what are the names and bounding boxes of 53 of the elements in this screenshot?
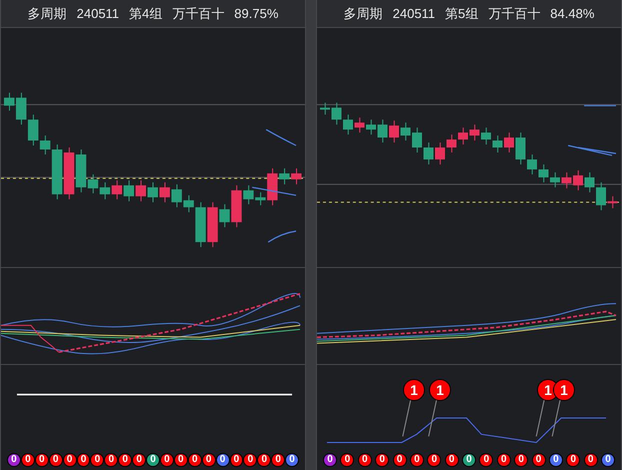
candlestick: [492, 135, 502, 153]
candlestick: [527, 154, 537, 175]
indicator-line: [584, 105, 616, 106]
leader-line: [536, 400, 545, 436]
candlestick: [596, 182, 606, 211]
candlestick: [446, 134, 456, 153]
leader-line: [552, 400, 561, 436]
candlestick: [504, 132, 514, 153]
title-text: 多周期: [344, 4, 383, 23]
title-text: 84.48%: [550, 4, 594, 23]
candlestick: [320, 102, 330, 116]
candlestick: [100, 182, 110, 200]
title-text: 多周期: [28, 4, 67, 23]
candlestick: [562, 172, 572, 189]
leader-line: [428, 400, 438, 436]
candlestick: [470, 124, 480, 142]
candlestick: [332, 102, 342, 126]
candlestick: [64, 147, 74, 200]
candlestick: [171, 184, 182, 208]
candlestick: [159, 182, 170, 203]
candlestick: [400, 122, 410, 142]
candlestick: [412, 127, 422, 153]
candlestick: [343, 114, 353, 136]
candlestick: [538, 164, 548, 183]
candlestick: [608, 196, 618, 209]
candlestick: [354, 117, 364, 134]
candlestick: [584, 172, 594, 193]
title-text: 240511: [392, 4, 436, 23]
candlestick: [424, 142, 434, 165]
candlestick: [573, 170, 583, 191]
indicator-line: [252, 186, 296, 196]
candlestick: [389, 120, 399, 144]
candlestick: [516, 132, 526, 165]
title-text: 万千百十: [488, 4, 540, 23]
candlestick: [378, 119, 388, 144]
candlestick: [291, 168, 302, 185]
title-text: 万千百十: [172, 4, 224, 23]
title-text: 第4组: [129, 4, 162, 23]
title-text: 第5组: [445, 4, 478, 23]
candlestick: [112, 180, 122, 200]
candlestick: [366, 119, 376, 136]
candlestick: [550, 172, 560, 188]
candlestick: [458, 127, 468, 145]
title-text: 89.75%: [234, 4, 278, 23]
candlestick: [124, 180, 134, 202]
candlestick: [435, 142, 445, 165]
indicator-line: [268, 230, 296, 243]
candlestick: [481, 127, 491, 145]
leader-line: [402, 400, 412, 436]
candlestick: [148, 182, 158, 203]
title-text: 240511: [76, 4, 120, 23]
indicator-line: [266, 129, 296, 146]
candlestick: [136, 180, 146, 202]
